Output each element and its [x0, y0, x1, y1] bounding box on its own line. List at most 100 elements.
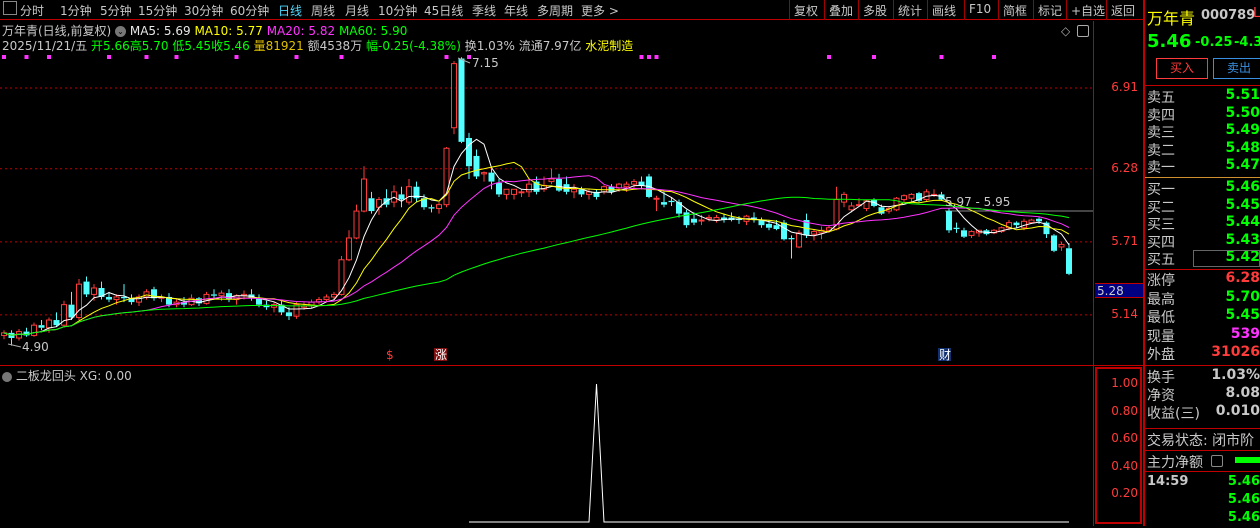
candle [248, 289, 255, 301]
period-tab-8[interactable]: 月线 [345, 2, 369, 19]
toolbar-button-5[interactable]: F10 [964, 0, 995, 20]
tick-price: 5.46 [1227, 492, 1260, 507]
ask-bid-divider [1145, 177, 1260, 178]
toolbar-button-2[interactable]: 多股 [858, 0, 891, 20]
stat-row-label: 净资 [1147, 388, 1175, 404]
period-tab-12[interactable]: 年线 [504, 2, 528, 19]
signal-dot [174, 55, 179, 59]
indicator-value: XG: 0.00 [79, 369, 132, 383]
bid-row-value: 5.43 [1225, 231, 1260, 248]
ask-row-label: 卖一 [1147, 160, 1175, 176]
candle [548, 168, 555, 185]
toolbar-button-1[interactable]: 叠加 [824, 0, 857, 20]
toolbar-button-3[interactable]: 统计 [893, 0, 926, 20]
candle [278, 299, 285, 315]
stat-row-label: 最高 [1147, 291, 1175, 308]
period-tab-1[interactable]: 1分钟 [60, 2, 92, 19]
divider [1145, 365, 1260, 366]
candle [1058, 241, 1065, 251]
candle-body [653, 197, 660, 200]
stat-row-label: 外盘 [1147, 347, 1175, 363]
toolbar-button-8[interactable]: +自选 [1066, 0, 1109, 20]
candle-body [331, 293, 337, 298]
candle-body [496, 182, 502, 195]
selected-bid-box [1193, 250, 1260, 267]
low-price-label: 4.90 [22, 340, 49, 354]
bid-row: 买一 5.46 [1147, 179, 1260, 198]
signal-dot [234, 55, 239, 59]
candle [76, 279, 82, 321]
price-tick-label: 6.91 [1111, 80, 1138, 94]
candle [1051, 234, 1057, 253]
candle [1066, 243, 1072, 276]
tick-time: 14:59 [1147, 474, 1189, 489]
candle [136, 294, 142, 306]
period-tab-6[interactable]: 日线 [278, 2, 302, 19]
period-tab-5[interactable]: 60分钟 [230, 2, 269, 19]
stat-row-value: 539 [1230, 325, 1260, 342]
period-tab-11[interactable]: 季线 [472, 2, 496, 19]
candle [316, 296, 322, 305]
kline-chart[interactable]: 7.15 4.90 5.97 - 5.95 $ 涨 财 [0, 21, 1093, 526]
stat-row: 外盘 31026 [1147, 344, 1260, 363]
period-tab-3[interactable]: 15分钟 [138, 2, 177, 19]
period-tab-10[interactable]: 45日线 [424, 2, 463, 19]
trade-status: 交易状态: 闭市阶 [1147, 433, 1255, 449]
candle-body [796, 232, 802, 248]
candle [653, 195, 660, 212]
candle [398, 186, 405, 208]
ma20-line [3, 175, 1070, 336]
period-tab-2[interactable]: 5分钟 [100, 2, 132, 19]
candle-body [83, 281, 90, 295]
indicator-tick-label: 0.80 [1111, 403, 1138, 418]
signal-dot [107, 55, 111, 59]
chevron-down-icon[interactable] [2, 371, 12, 382]
candle [391, 185, 397, 208]
toolbar-button-4[interactable]: 画线 [927, 0, 960, 20]
candle [961, 227, 967, 238]
ask-row-value: 5.50 [1225, 104, 1260, 121]
candle-body [946, 211, 952, 231]
period-tab-4[interactable]: 30分钟 [184, 2, 223, 19]
signal-dot [647, 55, 651, 59]
toolbar-button-9[interactable]: 返回 [1106, 0, 1139, 20]
indicator-axis-box [1095, 367, 1142, 524]
candle-body [713, 216, 720, 221]
candle [451, 61, 457, 135]
toolbar-button-0[interactable]: 复权 [789, 0, 822, 20]
candle-body [113, 296, 120, 301]
price-tick-label: 5.71 [1111, 233, 1138, 248]
stat-row: 涨停 6.28 [1147, 270, 1260, 289]
list-icon[interactable] [1211, 455, 1223, 467]
signal-dot [24, 55, 29, 59]
stock-name: 万年青 [1147, 9, 1196, 28]
candle [668, 196, 675, 206]
price-tick-label: 5.14 [1111, 306, 1138, 321]
period-tab-13[interactable]: 多周期 [537, 2, 573, 19]
candle [901, 194, 907, 203]
candle [158, 294, 165, 303]
candle [383, 189, 390, 208]
candle [8, 330, 15, 346]
toolbar-button-7[interactable]: 标记 [1033, 0, 1066, 20]
tick-row: 14:59 5.46 [1147, 474, 1260, 492]
panel-divider [0, 365, 1143, 366]
sell-button[interactable]: 卖出 [1213, 58, 1260, 79]
period-tab-0[interactable]: 分时 [20, 2, 44, 19]
toolbar-button-6[interactable]: 简框 [998, 0, 1031, 20]
candle-body [556, 179, 562, 191]
panel-toggle-icon[interactable] [3, 1, 17, 15]
candle-body [151, 289, 157, 299]
buy-button[interactable]: 买入 [1156, 58, 1208, 79]
candle [271, 302, 277, 313]
candle [346, 230, 352, 262]
period-tab-9[interactable]: 10分钟 [378, 2, 417, 19]
tick-row: 5.46 [1147, 492, 1260, 510]
stat-row-value: 8.08 [1225, 385, 1260, 401]
candle [556, 173, 562, 192]
stat-row: 净资 8.08 [1147, 385, 1260, 404]
period-tab-14[interactable]: 更多 > [581, 2, 619, 19]
period-tab-7[interactable]: 周线 [311, 2, 335, 19]
candle [406, 179, 412, 205]
ask-row-value: 5.49 [1225, 122, 1260, 138]
